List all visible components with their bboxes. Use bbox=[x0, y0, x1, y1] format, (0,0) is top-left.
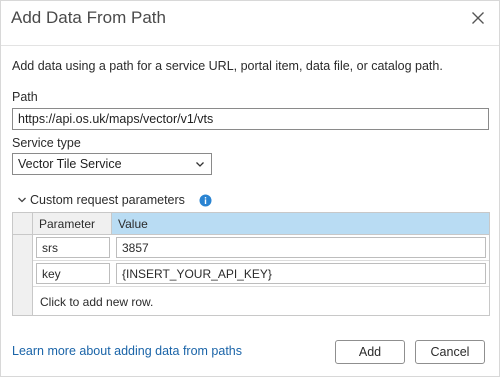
service-type-label: Service type bbox=[12, 136, 81, 150]
value-cell[interactable]: {INSERT_YOUR_API_KEY} bbox=[116, 263, 486, 284]
service-type-selected: Vector Tile Service bbox=[18, 157, 122, 171]
dialog-description: Add data using a path for a service URL,… bbox=[12, 59, 443, 73]
custom-params-label: Custom request parameters bbox=[30, 193, 185, 207]
param-cell[interactable]: srs bbox=[36, 237, 110, 258]
cancel-button[interactable]: Cancel bbox=[415, 340, 485, 364]
new-row[interactable]: Click to add new row. bbox=[13, 287, 489, 315]
row-header[interactable] bbox=[13, 235, 33, 261]
add-new-row-text[interactable]: Click to add new row. bbox=[40, 295, 153, 309]
path-input[interactable] bbox=[12, 108, 489, 130]
row-header[interactable] bbox=[13, 261, 33, 287]
param-cell[interactable]: key bbox=[36, 263, 110, 284]
row-header[interactable] bbox=[13, 287, 33, 315]
info-icon[interactable] bbox=[199, 194, 212, 207]
service-type-select[interactable]: Vector Tile Service bbox=[12, 153, 212, 175]
learn-more-link[interactable]: Learn more about adding data from paths bbox=[12, 344, 242, 358]
title-bar: Add Data From Path bbox=[1, 1, 499, 37]
grid-corner-header bbox=[13, 213, 33, 235]
column-header-value[interactable]: Value bbox=[112, 213, 489, 235]
dialog-title: Add Data From Path bbox=[11, 8, 166, 27]
table-row: key {INSERT_YOUR_API_KEY} bbox=[13, 261, 489, 287]
custom-params-grid: Parameter Value srs 3857 key {INSERT_YOU… bbox=[12, 212, 490, 316]
close-icon bbox=[472, 12, 484, 24]
add-data-from-path-dialog: Add Data From Path Add data using a path… bbox=[0, 0, 500, 377]
path-label: Path bbox=[12, 90, 38, 104]
chevron-down-icon bbox=[196, 162, 204, 167]
table-row: srs 3857 bbox=[13, 235, 489, 261]
column-header-parameter[interactable]: Parameter bbox=[33, 213, 112, 235]
close-button[interactable] bbox=[469, 9, 487, 27]
value-cell[interactable]: 3857 bbox=[116, 237, 486, 258]
title-divider bbox=[1, 45, 499, 46]
add-button[interactable]: Add bbox=[335, 340, 405, 364]
expand-triangle-icon bbox=[18, 197, 26, 203]
